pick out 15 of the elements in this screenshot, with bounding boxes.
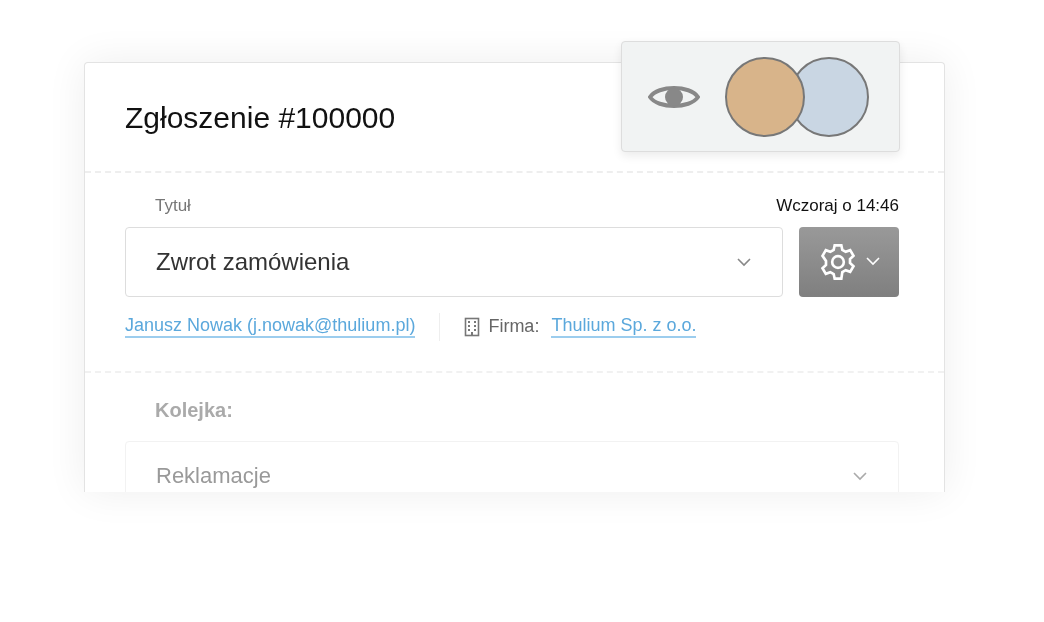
contact-link[interactable]: Janusz Nowak (j.nowak@thulium.pl) (125, 314, 416, 339)
queue-select[interactable]: Reklamacje (125, 440, 899, 492)
chevron-icon (852, 470, 868, 481)
field-label: Tytuł (154, 195, 191, 217)
settings-icon (818, 241, 858, 282)
company-label: Firma: (488, 315, 540, 338)
queue-label: Kolejka: (154, 397, 234, 423)
chevron-icon (736, 256, 752, 267)
settings-button[interactable] (799, 226, 899, 297)
timestamp: Wczoraj o 14:46 (776, 195, 899, 217)
title-select[interactable]: Zwrot zamówienia (125, 226, 783, 297)
caret-icon (866, 257, 880, 266)
building-icon (464, 316, 481, 337)
company-link[interactable]: Thulium Sp. z o.o. (551, 314, 697, 339)
ticket-title: Zgłoszenie #100000 (125, 99, 396, 136)
